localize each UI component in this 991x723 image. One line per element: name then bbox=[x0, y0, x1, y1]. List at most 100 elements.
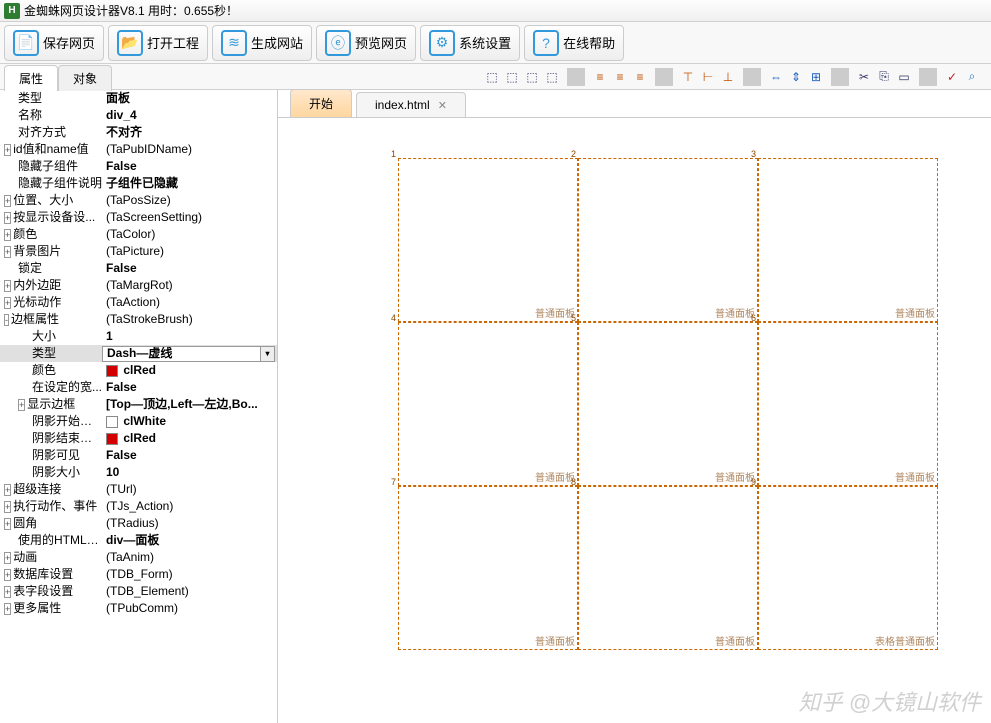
copy-icon[interactable]: ⎘ bbox=[875, 68, 893, 86]
prop-row[interactable]: +背景图片 (TaPicture) bbox=[0, 243, 277, 260]
prop-label: 对齐方式 bbox=[2, 124, 102, 141]
prop-row[interactable]: 使用的HTML对象 div—面板 bbox=[0, 532, 277, 549]
close-icon[interactable]: ✕ bbox=[438, 99, 447, 112]
prop-row[interactable]: +颜色 (TaColor) bbox=[0, 226, 277, 243]
mini-btn[interactable]: ⬚ bbox=[543, 68, 561, 86]
panel-cell[interactable]: 1普通面板 bbox=[398, 158, 578, 322]
check-icon[interactable]: ✓ bbox=[943, 68, 961, 86]
prop-row[interactable]: +位置、大小 (TaPosSize) bbox=[0, 192, 277, 209]
panel-cell[interactable]: 5普通面板 bbox=[578, 322, 758, 486]
prop-row[interactable]: +光标动作 (TaAction) bbox=[0, 294, 277, 311]
expand-icon[interactable]: + bbox=[4, 603, 11, 615]
tab-start[interactable]: 开始 bbox=[290, 89, 352, 117]
toolbar-icon: ? bbox=[533, 30, 559, 56]
mini-btn[interactable]: ⬚ bbox=[523, 68, 541, 86]
expand-icon[interactable]: + bbox=[18, 399, 25, 411]
prop-row[interactable]: 类型 面板 bbox=[0, 90, 277, 107]
canvas[interactable]: 1普通面板2普通面板3普通面板 4普通面板5普通面板6普通面板 7普通面板8普通面板… bbox=[278, 118, 991, 723]
prop-label: +动画 bbox=[2, 549, 102, 566]
panel-cell[interactable]: 6普通面板 bbox=[758, 322, 938, 486]
prop-row[interactable]: +执行动作、事件 (TJs_Action) bbox=[0, 498, 277, 515]
prop-row[interactable]: -边框属性 (TaStrokeBrush) bbox=[0, 311, 277, 328]
align-left-icon[interactable]: ≡ bbox=[591, 68, 609, 86]
expand-icon[interactable]: + bbox=[4, 297, 11, 309]
prop-row[interactable]: 在设定的宽... False bbox=[0, 379, 277, 396]
toolbar-btn-2[interactable]: ≋生成网站 bbox=[212, 25, 312, 61]
prop-row[interactable]: 类型 Dash—虚线▾ bbox=[0, 345, 277, 362]
align-right-icon[interactable]: ≡ bbox=[631, 68, 649, 86]
cell-label: 普通面板 bbox=[535, 305, 575, 320]
prop-row[interactable]: +数据库设置 (TDB_Form) bbox=[0, 566, 277, 583]
expand-icon[interactable]: + bbox=[4, 212, 11, 224]
toolbar-btn-4[interactable]: ⚙系统设置 bbox=[420, 25, 520, 61]
prop-row[interactable]: 大小 1 bbox=[0, 328, 277, 345]
second-toolbar: 属性 对象 ⬚ ⬚ ⬚ ⬚ ≡ ≡ ≡ ⊤ ⊢ ⊥ ⇔ ⇕ ⊞ ✂ ⎘ ▭ ✓ … bbox=[0, 64, 991, 90]
tab-objects[interactable]: 对象 bbox=[58, 65, 112, 91]
prop-row[interactable]: 名称 div_4 bbox=[0, 107, 277, 124]
prop-row[interactable]: 颜色 clRed bbox=[0, 362, 277, 379]
prop-row[interactable]: +动画 (TaAnim) bbox=[0, 549, 277, 566]
expand-icon[interactable]: + bbox=[4, 484, 11, 496]
expand-icon[interactable]: + bbox=[4, 586, 11, 598]
prop-label: 阴影结束颜色 bbox=[2, 430, 102, 447]
expand-icon[interactable]: + bbox=[4, 518, 11, 530]
expand-icon[interactable]: + bbox=[4, 195, 11, 207]
document-tabs: 开始 index.html ✕ bbox=[278, 90, 991, 118]
prop-row[interactable]: +按显示设备设... (TaScreenSetting) bbox=[0, 209, 277, 226]
panel-cell[interactable]: 7普通面板 bbox=[398, 486, 578, 650]
search-icon[interactable]: ⌕ bbox=[963, 68, 981, 86]
dist-v-icon[interactable]: ⇕ bbox=[787, 68, 805, 86]
prop-row[interactable]: 对齐方式 不对齐 bbox=[0, 124, 277, 141]
dist-h-icon[interactable]: ⇔ bbox=[767, 68, 785, 86]
cell-label: 普通面板 bbox=[535, 469, 575, 484]
prop-value: False bbox=[102, 379, 275, 396]
mini-btn[interactable]: ⬚ bbox=[503, 68, 521, 86]
cell-label: 普通面板 bbox=[895, 469, 935, 484]
expand-icon[interactable]: + bbox=[4, 501, 11, 513]
align-bot-icon[interactable]: ⊥ bbox=[719, 68, 737, 86]
grid-container: 1普通面板2普通面板3普通面板 4普通面板5普通面板6普通面板 7普通面板8普通面板… bbox=[398, 158, 938, 668]
mini-btn[interactable]: ⬚ bbox=[483, 68, 501, 86]
align-top-icon[interactable]: ⊤ bbox=[679, 68, 697, 86]
prop-row[interactable]: +表字段设置 (TDB_Element) bbox=[0, 583, 277, 600]
expand-icon[interactable]: - bbox=[4, 314, 9, 326]
prop-row[interactable]: 阴影开始颜色 clWhite bbox=[0, 413, 277, 430]
align-center-icon[interactable]: ≡ bbox=[611, 68, 629, 86]
expand-icon[interactable]: + bbox=[4, 552, 11, 564]
prop-row[interactable]: +显示边框 [Top—顶边,Left—左边,Bo... bbox=[0, 396, 277, 413]
expand-icon[interactable]: + bbox=[4, 144, 11, 156]
prop-row[interactable]: 阴影大小 10 bbox=[0, 464, 277, 481]
tab-properties[interactable]: 属性 bbox=[4, 65, 58, 91]
toolbar-icon: ≋ bbox=[221, 30, 247, 56]
prop-row[interactable]: 阴影可见 False bbox=[0, 447, 277, 464]
prop-row[interactable]: +更多属性 (TPubComm) bbox=[0, 600, 277, 617]
prop-row[interactable]: +超级连接 (TUrl) bbox=[0, 481, 277, 498]
prop-row[interactable]: 阴影结束颜色 clRed bbox=[0, 430, 277, 447]
cut-icon[interactable]: ✂ bbox=[855, 68, 873, 86]
expand-icon[interactable]: + bbox=[4, 229, 11, 241]
panel-cell[interactable]: 8普通面板 bbox=[578, 486, 758, 650]
align-mid-icon[interactable]: ⊢ bbox=[699, 68, 717, 86]
toolbar-label: 生成网站 bbox=[251, 33, 303, 52]
panel-cell[interactable]: 9表格普通面板 bbox=[758, 486, 938, 650]
dist-icon[interactable]: ⊞ bbox=[807, 68, 825, 86]
prop-row[interactable]: 隐藏子组件说明 子组件已隐藏 bbox=[0, 175, 277, 192]
prop-row[interactable]: +内外边距 (TaMargRot) bbox=[0, 277, 277, 294]
panel-cell[interactable]: 2普通面板 bbox=[578, 158, 758, 322]
panel-cell[interactable]: 3普通面板 bbox=[758, 158, 938, 322]
expand-icon[interactable]: + bbox=[4, 569, 11, 581]
toolbar-btn-1[interactable]: 📂打开工程 bbox=[108, 25, 208, 61]
tab-file[interactable]: index.html ✕ bbox=[356, 92, 466, 117]
prop-row[interactable]: 隐藏子组件 False bbox=[0, 158, 277, 175]
prop-row[interactable]: 锁定 False bbox=[0, 260, 277, 277]
toolbar-btn-5[interactable]: ?在线帮助 bbox=[524, 25, 624, 61]
expand-icon[interactable]: + bbox=[4, 246, 11, 258]
dropdown-icon[interactable]: ▾ bbox=[260, 346, 274, 362]
panel-cell[interactable]: 4普通面板 bbox=[398, 322, 578, 486]
toolbar-btn-0[interactable]: 📄保存网页 bbox=[4, 25, 104, 61]
toolbar-btn-3[interactable]: ⓔ预览网页 bbox=[316, 25, 416, 61]
prop-row[interactable]: +圆角 (TRadius) bbox=[0, 515, 277, 532]
expand-icon[interactable]: + bbox=[4, 280, 11, 292]
paste-icon[interactable]: ▭ bbox=[895, 68, 913, 86]
prop-row[interactable]: +id值和name值 (TaPubIDName) bbox=[0, 141, 277, 158]
